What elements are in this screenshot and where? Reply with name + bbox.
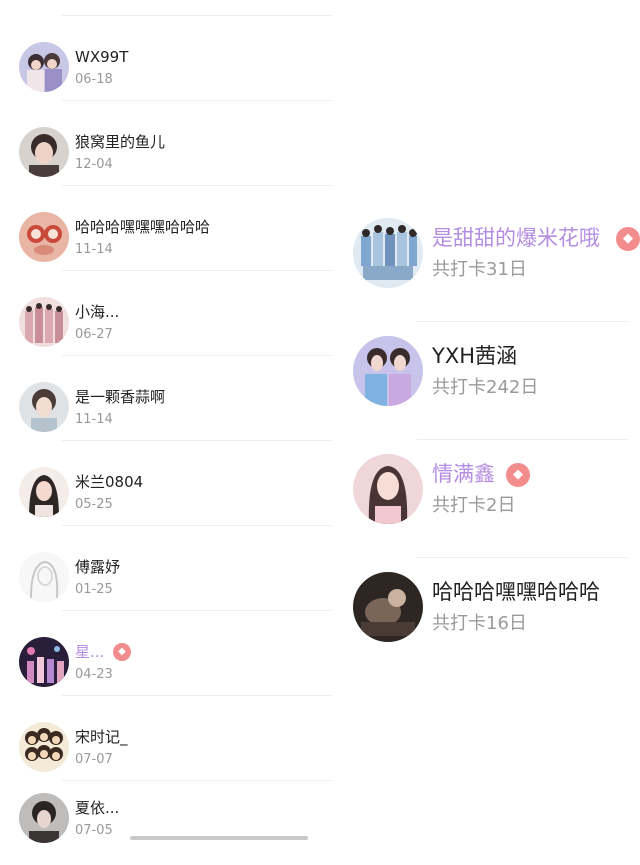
list-item[interactable]: 是一颗香蒜啊 11-14	[0, 355, 332, 440]
date-label: 12-04	[75, 157, 113, 172]
list-item[interactable]: 哈哈哈嘿嘿嘿哈哈哈 11-14	[0, 185, 332, 270]
date-label: 04-23	[75, 667, 113, 682]
scroll-indicator[interactable]	[130, 836, 308, 840]
avatar[interactable]	[19, 42, 69, 92]
avatar[interactable]	[19, 127, 69, 177]
list-item[interactable]: 狼窝里的鱼儿 12-04	[0, 100, 332, 185]
user-name: 星... ◆	[75, 643, 131, 661]
date-label: 05-25	[75, 497, 113, 512]
avatar[interactable]	[353, 572, 423, 642]
user-name: 宋时记_	[75, 728, 128, 746]
avatar[interactable]	[19, 637, 69, 687]
list-item[interactable]: 夏依... 07-05	[0, 780, 332, 865]
divider	[62, 355, 332, 356]
user-name: 是一颗香蒜啊	[75, 388, 166, 406]
date-label: 11-14	[75, 242, 113, 257]
checkin-count: 共打卡31日	[432, 259, 527, 280]
list-item[interactable]: 宋时记_ 07-07	[0, 695, 332, 780]
list-item[interactable]: 星... ◆ 04-23	[0, 610, 332, 695]
diamond-icon: ◆	[616, 227, 640, 251]
user-name: 小海...	[75, 303, 120, 321]
divider	[62, 695, 332, 696]
date-label: 01-25	[75, 582, 113, 597]
divider	[62, 440, 332, 441]
avatar[interactable]	[19, 467, 69, 517]
avatar[interactable]	[19, 212, 69, 262]
divider	[417, 557, 628, 558]
avatar[interactable]	[19, 297, 69, 347]
user-name: 哈哈哈嘿嘿哈哈哈	[432, 580, 600, 604]
user-name: 情满鑫	[432, 462, 495, 486]
left-user-list: WX99T 06-18 狼窝里的鱼儿 12-04 哈哈哈嘿嘿嘿哈哈哈 11-14…	[0, 0, 332, 853]
date-label: 07-07	[75, 752, 113, 767]
avatar[interactable]	[353, 218, 423, 288]
divider	[62, 15, 332, 16]
user-name: 夏依...	[75, 799, 120, 817]
divider	[62, 100, 332, 101]
list-item[interactable]: 是甜甜的爆米花哦 ◆ 共打卡31日	[332, 203, 640, 321]
divider	[417, 439, 628, 440]
date-label: 06-27	[75, 327, 113, 342]
list-item[interactable]: 米兰0804 05-25	[0, 440, 332, 525]
user-name: 是甜甜的爆米花哦	[432, 226, 600, 250]
date-label: 11-14	[75, 412, 113, 427]
avatar[interactable]	[19, 793, 69, 843]
user-name-text: 星...	[75, 643, 105, 661]
user-name: YXH茜涵	[432, 344, 518, 368]
checkin-count: 共打卡242日	[432, 377, 539, 398]
avatar[interactable]	[353, 336, 423, 406]
list-item[interactable]: YXH茜涵 共打卡242日	[332, 321, 640, 439]
divider	[62, 270, 332, 271]
user-name: 米兰0804	[75, 473, 144, 491]
date-label: 06-18	[75, 72, 113, 87]
right-checkin-list: 是甜甜的爆米花哦 ◆ 共打卡31日 YXH茜涵 共打卡242日 情满鑫 ◆ 共打…	[332, 0, 640, 853]
avatar[interactable]	[353, 454, 423, 524]
diamond-icon: ◆	[506, 463, 530, 487]
divider	[417, 321, 628, 322]
user-name: 狼窝里的鱼儿	[75, 133, 166, 151]
list-item[interactable]: 傅露妤 01-25	[0, 525, 332, 610]
list-item[interactable]: 小海... 06-27	[0, 270, 332, 355]
user-name: WX99T	[75, 48, 129, 66]
avatar[interactable]	[19, 722, 69, 772]
divider	[62, 780, 332, 781]
checkin-count: 共打卡16日	[432, 613, 527, 634]
list-item[interactable]: WX99T 06-18	[0, 15, 332, 100]
user-name: 傅露妤	[75, 558, 121, 576]
list-item[interactable]: 哈哈哈嘿嘿哈哈哈 共打卡16日	[332, 557, 640, 675]
list-item[interactable]: 情满鑫 ◆ 共打卡2日	[332, 439, 640, 557]
user-name: 哈哈哈嘿嘿嘿哈哈哈	[75, 218, 211, 236]
divider	[62, 525, 332, 526]
divider	[62, 185, 332, 186]
date-label: 07-05	[75, 823, 113, 838]
diamond-icon: ◆	[113, 643, 131, 661]
avatar[interactable]	[19, 382, 69, 432]
checkin-count: 共打卡2日	[432, 495, 516, 516]
avatar[interactable]	[19, 552, 69, 602]
divider	[62, 610, 332, 611]
